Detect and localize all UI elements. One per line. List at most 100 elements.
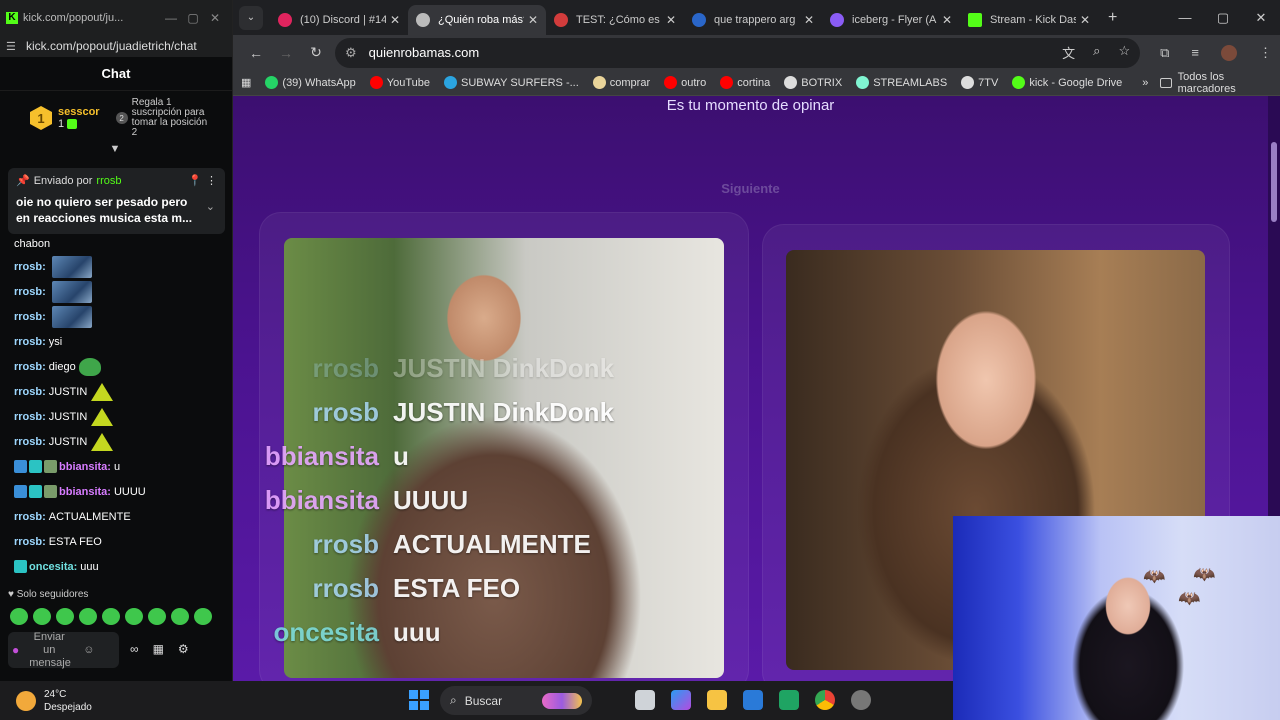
site-info-icon[interactable]: ⚙ — [345, 45, 357, 61]
leader-username[interactable]: sesscor — [58, 106, 100, 118]
maximize-icon[interactable]: ▢ — [1204, 10, 1242, 26]
more-options-icon[interactable]: ⋮ — [206, 174, 217, 187]
chat-username[interactable]: bbiansita: — [59, 461, 111, 473]
emote-icon[interactable] — [56, 608, 74, 625]
emote-icon[interactable] — [125, 608, 143, 625]
badge-icon — [44, 485, 57, 498]
tab-kick-dashboard[interactable]: Stream - Kick Das ✕ — [960, 5, 1098, 35]
next-button[interactable]: Siguiente — [233, 181, 1268, 196]
close-tab-icon[interactable]: ✕ — [528, 13, 538, 27]
more-bookmarks-icon[interactable]: » — [1142, 77, 1148, 89]
chrome-icon[interactable] — [815, 690, 835, 710]
chat-username[interactable]: oncesita: — [29, 561, 77, 573]
file-explorer-icon[interactable] — [707, 690, 727, 710]
bookmark-7tv[interactable]: 7TV — [961, 76, 998, 89]
bookmark-outro[interactable]: outro — [664, 76, 706, 89]
copilot-icon[interactable] — [671, 690, 691, 710]
store-icon[interactable]: ▦ — [153, 642, 164, 656]
emote-icon[interactable] — [194, 608, 212, 625]
users-icon[interactable]: ∞ — [130, 642, 139, 656]
emote-icon[interactable] — [79, 608, 97, 625]
bookmark-drive[interactable]: kick - Google Drive — [1012, 76, 1122, 89]
youtube-icon — [664, 76, 678, 89]
task-view-icon[interactable] — [635, 690, 655, 710]
chat-username[interactable]: rrosb: — [14, 411, 46, 423]
chat-username[interactable]: rrosb: — [14, 536, 46, 548]
word-icon[interactable] — [743, 690, 763, 710]
kick-logo-icon: K — [6, 11, 18, 24]
pinned-by[interactable]: rrosb — [96, 175, 121, 187]
close-icon[interactable]: ✕ — [1242, 10, 1280, 26]
reload-icon[interactable]: ↻ — [301, 44, 331, 61]
unpin-icon[interactable]: 📍 — [188, 174, 202, 187]
tab-test[interactable]: TEST: ¿Cómo es tu ✕ — [546, 5, 684, 35]
forward-icon[interactable]: → — [271, 45, 301, 61]
chat-username[interactable]: rrosb: — [14, 511, 46, 523]
chat-username[interactable]: rrosb: — [14, 386, 46, 398]
emote-icon[interactable] — [148, 608, 166, 625]
bookmark-whatsapp[interactable]: (39) WhatsApp — [265, 76, 356, 89]
all-bookmarks[interactable]: Todos los marcadores — [1160, 71, 1268, 95]
chat-username[interactable]: rrosb: — [14, 336, 46, 348]
profile-avatar[interactable] — [1221, 44, 1237, 61]
obs-icon[interactable] — [851, 690, 871, 710]
media-icon[interactable]: ≡ — [1191, 45, 1199, 61]
chat-username[interactable]: bbiansita: — [59, 486, 111, 498]
chat-input[interactable]: ● Enviar un mensaje ☺ — [8, 631, 119, 669]
chat-username[interactable]: rrosb: — [14, 311, 46, 323]
bookmark-comprar[interactable]: comprar — [592, 76, 650, 89]
menu-icon[interactable]: ⋮ — [1259, 45, 1272, 61]
new-tab-icon[interactable]: + — [1108, 9, 1117, 27]
tab-discord[interactable]: (10) Discord | #14 ✕ — [270, 5, 408, 35]
gear-icon[interactable]: ⚙ — [178, 642, 189, 656]
zoom-icon[interactable]: ⌕ — [1093, 43, 1100, 62]
apps-icon[interactable]: ▦ — [241, 76, 251, 89]
minimize-icon[interactable]: — — [1166, 10, 1204, 26]
bat-decoration-icon: 🦇 — [1143, 566, 1166, 586]
pinned-message[interactable]: 📌 Enviado por rrosb 📍 ⋮ oie no quiero se… — [8, 168, 225, 234]
minimize-icon[interactable]: — — [160, 11, 182, 25]
tab-search-icon[interactable]: ⌄ — [239, 5, 263, 30]
start-button[interactable] — [409, 690, 429, 710]
weather-widget[interactable]: 24°C Despejado — [16, 688, 92, 714]
bookmark-botrix[interactable]: BOTRIX — [784, 76, 842, 89]
emote-icon[interactable] — [102, 608, 120, 625]
close-tab-icon[interactable]: ✕ — [1080, 13, 1090, 27]
filter-icon[interactable]: ▼ — [108, 143, 122, 155]
tab-iceberg[interactable]: iceberg - Flyer (A ✕ — [822, 5, 960, 35]
translate-icon[interactable]: 文 — [1062, 43, 1075, 62]
emoji-icon[interactable]: ☺ — [83, 644, 94, 656]
extensions-icon[interactable]: ⧉ — [1160, 45, 1169, 61]
chat-username[interactable]: rrosb: — [14, 261, 46, 273]
close-icon[interactable]: ✕ — [204, 11, 226, 25]
tab-trappero[interactable]: que trappero arg ✕ — [684, 5, 822, 35]
bookmark-youtube[interactable]: YouTube — [369, 76, 430, 89]
tab-quien-roba-mas[interactable]: ¿Quién roba más? ✕ — [408, 5, 546, 35]
emote-icon[interactable] — [33, 608, 51, 625]
bookmark-cortina[interactable]: cortina — [720, 76, 770, 89]
scrollbar-thumb[interactable] — [1271, 142, 1277, 222]
mic-icon[interactable]: ● — [12, 643, 19, 657]
taskbar-search[interactable]: ⌕ Buscar — [440, 686, 592, 715]
site-settings-icon[interactable]: ☰ — [6, 40, 26, 53]
chat-username[interactable]: rrosb: — [14, 286, 46, 298]
leader-prompt[interactable]: Regala 1 suscripción para tomar la posic… — [132, 98, 212, 138]
close-tab-icon[interactable]: ✕ — [942, 13, 952, 27]
back-icon[interactable]: ← — [241, 45, 271, 61]
star-icon[interactable]: ☆ — [1118, 43, 1130, 62]
close-tab-icon[interactable]: ✕ — [666, 13, 676, 27]
close-tab-icon[interactable]: ✕ — [804, 13, 814, 27]
bookmark-subway[interactable]: SUBWAY SURFERS -... — [444, 76, 579, 89]
excel-icon[interactable] — [779, 690, 799, 710]
url-input[interactable]: ⚙ quienrobamas.com 文 ⌕ ☆ — [335, 37, 1141, 68]
emote-icon[interactable] — [10, 608, 28, 625]
bookmark-streamlabs[interactable]: STREAMLABS — [856, 76, 947, 89]
chat-username[interactable]: rrosb: — [14, 436, 46, 448]
maximize-icon[interactable]: ▢ — [182, 11, 204, 25]
chat-text: ysi — [48, 335, 63, 348]
chat-text: chabon — [14, 238, 51, 250]
emote-icon[interactable] — [171, 608, 189, 625]
chat-username[interactable]: rrosb: — [14, 361, 46, 373]
chevron-down-icon[interactable]: ⌄ — [206, 200, 215, 213]
close-tab-icon[interactable]: ✕ — [390, 13, 400, 27]
